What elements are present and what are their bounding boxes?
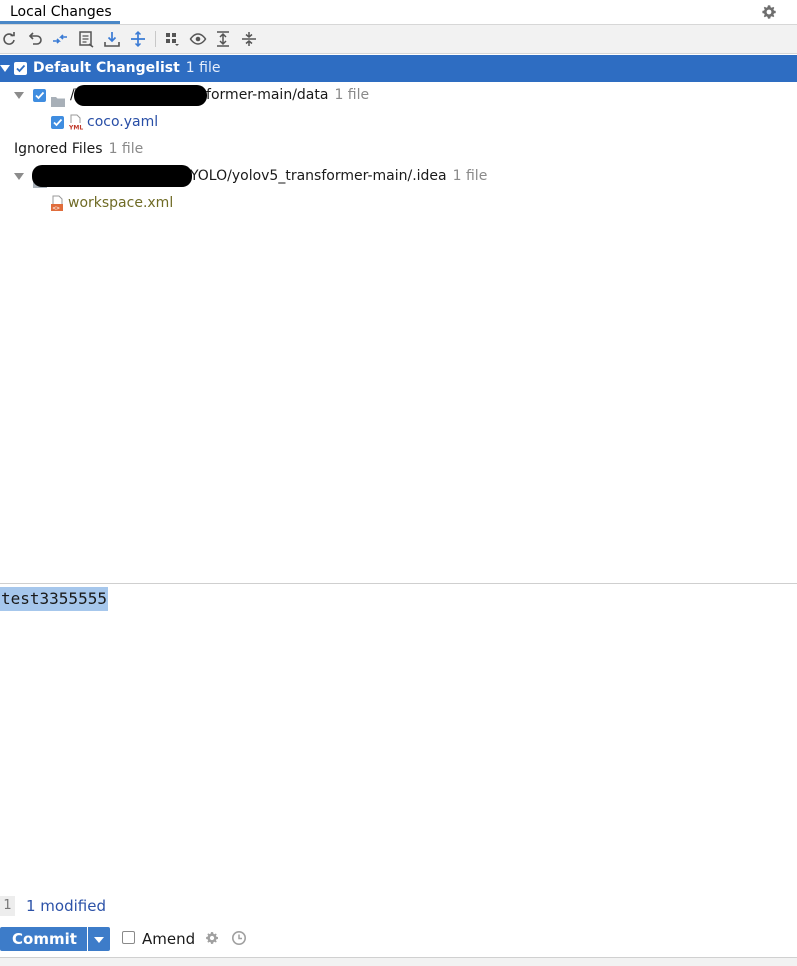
yaml-file-icon: YML (68, 114, 84, 132)
tree-row-ignored-folder[interactable]: YOLO/yolov5_transformer-main/.idea 1 file (0, 163, 797, 190)
refresh-icon[interactable] (0, 30, 18, 48)
redaction (74, 85, 207, 106)
xml-file-icon: <> (50, 195, 66, 212)
folder-checkbox[interactable] (33, 89, 46, 102)
tree-row-file[interactable]: YML coco.yaml (0, 109, 797, 136)
svg-text:YML: YML (68, 125, 83, 132)
collapse-arrow-icon[interactable] (14, 173, 24, 180)
ignored-folder-count: 1 file (452, 168, 488, 184)
show-diff-icon[interactable] (51, 30, 69, 48)
amend-label[interactable]: Amend (142, 927, 195, 951)
collapse-arrow-icon[interactable] (14, 92, 24, 99)
rollback-icon[interactable] (26, 30, 44, 48)
unshelve-icon[interactable] (129, 30, 147, 48)
tree-row-ignored-file[interactable]: <> workspace.xml (0, 190, 797, 217)
commit-button[interactable]: Commit (0, 927, 87, 951)
gear-icon[interactable] (760, 3, 778, 21)
folder-icon (51, 90, 65, 107)
preview-icon[interactable] (189, 30, 207, 48)
folder-count: 1 file (334, 87, 370, 103)
commit-message-text[interactable]: test3355555 (0, 587, 108, 611)
redaction (32, 165, 192, 187)
status-bar: 1 1 modified (0, 893, 797, 919)
splitter[interactable] (0, 583, 797, 584)
shelve-icon[interactable] (103, 30, 121, 48)
changelist-checkbox[interactable] (14, 62, 27, 75)
commit-dropdown-button[interactable] (88, 927, 110, 951)
collapse-all-icon[interactable] (240, 30, 258, 48)
ignored-label: Ignored Files (14, 141, 103, 157)
edit-source-icon[interactable] (77, 30, 95, 48)
active-tab-indicator (0, 21, 120, 24)
amend-checkbox[interactable] (122, 931, 135, 944)
file-name: coco.yaml (87, 114, 159, 130)
expand-all-icon[interactable] (214, 30, 232, 48)
modified-link[interactable]: 1 modified (26, 893, 106, 919)
ignored-count: 1 file (108, 141, 144, 157)
line-number: 1 (0, 896, 15, 916)
ignored-file-name: workspace.xml (68, 195, 174, 211)
ignored-files-row[interactable]: Ignored Files 1 file (0, 136, 797, 163)
toolbar (0, 25, 797, 54)
group-by-icon[interactable] (163, 30, 181, 48)
commit-message-editor[interactable]: test3355555 (0, 585, 797, 890)
gear-icon[interactable] (204, 930, 220, 946)
commit-bar: Commit Amend (0, 924, 797, 954)
changelist-row-default[interactable]: Default Changelist 1 file (0, 55, 797, 82)
tree-row-folder[interactable]: /YOLO/yolov5_transformer-main/data1 file (0, 82, 797, 109)
changelist-name: Default Changelist (33, 60, 180, 76)
ignored-folder-path: YOLO/yolov5_transformer-main/.idea (190, 168, 447, 184)
changelist-count: 1 file (185, 60, 221, 76)
changes-tree: Default Changelist 1 file /YOLO/yolov5_tr… (0, 55, 797, 582)
svg-text:<>: <> (53, 205, 61, 212)
toolbar-separator (155, 31, 156, 47)
file-checkbox[interactable] (51, 116, 64, 129)
collapse-arrow-icon[interactable] (0, 65, 10, 72)
clock-icon[interactable] (231, 930, 247, 946)
